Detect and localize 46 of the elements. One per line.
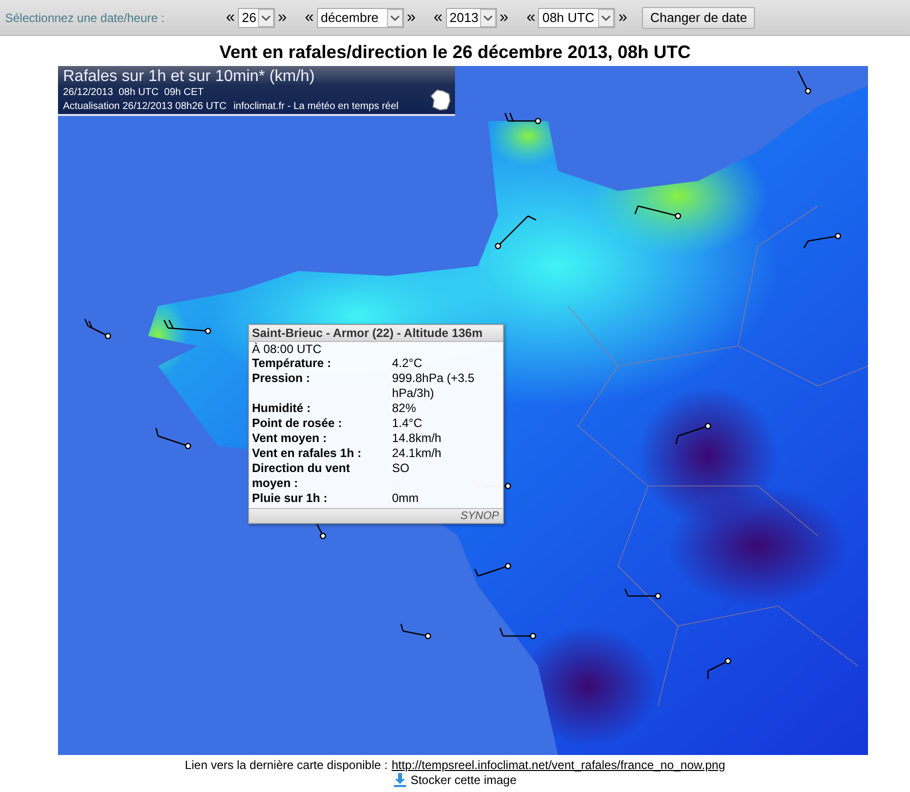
download-icon[interactable] xyxy=(393,773,408,787)
measure-value: 0mm xyxy=(392,491,420,506)
measure-value: 999.8hPa (+3.5 hPa/3h) xyxy=(392,371,476,401)
caret-icon xyxy=(598,8,614,26)
measure-label: Température : xyxy=(252,356,332,371)
caret-icon xyxy=(480,8,496,26)
hour-dropdown[interactable]: 08h UTC xyxy=(538,8,616,28)
date-time-label: Sélectionnez une date/heure : xyxy=(5,10,166,24)
measure-label: Direction du vent moyen : xyxy=(252,461,352,491)
measure-label: Pluie sur 1h : xyxy=(252,491,328,506)
site-credit: infoclimat.fr - La météo en temps réel xyxy=(233,100,399,114)
previous-button[interactable]: « xyxy=(430,8,446,26)
legend-title: Rafales sur 1h et sur 10min* (km/h) xyxy=(63,68,316,86)
next-button[interactable]: » xyxy=(615,8,630,26)
latest-map-link[interactable]: http://tempsreel.infoclimat.net/vent_rafales/france_no_now.png xyxy=(392,758,726,772)
year-dropdown[interactable]: 2013 xyxy=(446,8,497,28)
measure-value: SO xyxy=(392,461,410,477)
next-button[interactable]: » xyxy=(404,8,419,26)
measure-value: 1.4°C xyxy=(392,416,424,431)
measure-label: Point de rosée : xyxy=(252,416,344,431)
measure-value: 14.8km/h xyxy=(392,431,442,446)
previous-button[interactable]: « xyxy=(302,8,317,26)
measure-label: Humidité : xyxy=(252,401,312,416)
measure-value: 4.2°C xyxy=(392,356,424,371)
measure-label: Vent en rafales 1h : xyxy=(252,446,362,461)
legend-date: 26/12/2013 08h UTC 09h CET xyxy=(63,86,205,100)
measure-value: 24.1km/h xyxy=(392,446,442,461)
store-image-link[interactable]: Stocker cette image xyxy=(410,773,517,787)
station-name: Saint-Brieuc - Armor (22) - Altitude 136m xyxy=(249,325,503,342)
observation-time: À 08:00 UTC xyxy=(251,342,322,356)
latest-map-label: Lien vers la dernière carte disponible : xyxy=(184,758,388,772)
update-time: Actualisation 26/12/2013 08h26 UTC xyxy=(63,100,226,114)
next-button[interactable]: » xyxy=(496,8,512,26)
previous-button[interactable]: « xyxy=(223,8,238,26)
caret-icon xyxy=(386,8,403,26)
measure-label: Pression : xyxy=(252,371,312,387)
next-button[interactable]: » xyxy=(274,8,290,26)
measure-label: Vent moyen : xyxy=(252,431,328,446)
previous-button[interactable]: « xyxy=(523,8,538,26)
day-dropdown[interactable]: 26 xyxy=(238,8,275,28)
page-title: Vent en rafales/direction le 26 décembre 2013, 08h UTC xyxy=(219,42,691,63)
caret-icon xyxy=(258,8,274,26)
month-dropdown[interactable]: décembre xyxy=(316,8,404,28)
change-date-button[interactable]: Changer de date xyxy=(642,6,756,28)
data-source: SYNOP xyxy=(249,508,503,523)
measure-value: 82% xyxy=(392,401,418,416)
